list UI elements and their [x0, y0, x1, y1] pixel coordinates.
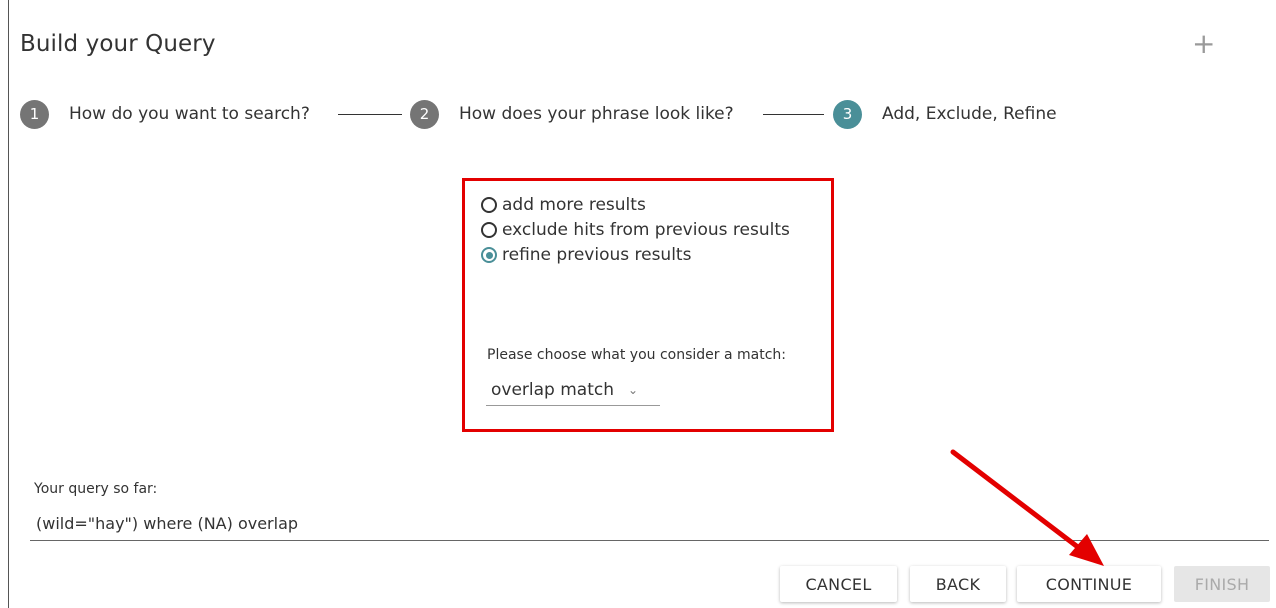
cancel-button[interactable]: CANCEL — [780, 566, 897, 602]
step-1-label: How do you want to search? — [69, 104, 310, 124]
match-select-value: overlap match — [491, 380, 615, 400]
plus-icon[interactable]: + — [1192, 30, 1215, 58]
radio-unchecked-icon[interactable] — [481, 197, 497, 213]
back-button[interactable]: BACK — [910, 566, 1006, 602]
chevron-down-icon: ⌄ — [628, 383, 639, 397]
query-value: (wild="hay") where (NA) overlap — [36, 514, 299, 533]
step-3-number: 3 — [833, 99, 862, 129]
step-2[interactable]: 2 How does your phrase look like? — [410, 97, 734, 131]
radio-unchecked-icon[interactable] — [481, 222, 497, 238]
step-3-label: Add, Exclude, Refine — [882, 104, 1057, 124]
option-label: add more results — [502, 195, 646, 215]
left-border — [8, 0, 9, 608]
step-connector — [763, 114, 824, 115]
step-3[interactable]: 3 Add, Exclude, Refine — [833, 97, 1057, 131]
radio-checked-icon[interactable] — [481, 247, 497, 263]
step-2-label: How does your phrase look like? — [459, 104, 734, 124]
query-label: Your query so far: — [34, 481, 158, 497]
option-label: exclude hits from previous results — [502, 220, 790, 240]
step-1[interactable]: 1 How do you want to search? — [20, 97, 310, 131]
option-refine-previous[interactable]: refine previous results — [481, 245, 691, 265]
step-2-number: 2 — [410, 99, 439, 129]
finish-button[interactable]: FINISH — [1174, 566, 1270, 602]
option-add-more-results[interactable]: add more results — [481, 195, 646, 215]
step-1-number: 1 — [20, 99, 49, 129]
match-select[interactable]: overlap match ⌄ — [486, 375, 660, 406]
option-exclude-hits[interactable]: exclude hits from previous results — [481, 220, 790, 240]
continue-button[interactable]: CONTINUE — [1017, 566, 1161, 602]
step-connector — [338, 114, 402, 115]
option-label: refine previous results — [502, 245, 692, 265]
page-title: Build your Query — [20, 31, 216, 57]
query-field[interactable]: (wild="hay") where (NA) overlap — [30, 510, 1269, 541]
match-label: Please choose what you consider a match: — [487, 347, 787, 363]
options-highlight-box: add more results exclude hits from previ… — [462, 178, 834, 432]
